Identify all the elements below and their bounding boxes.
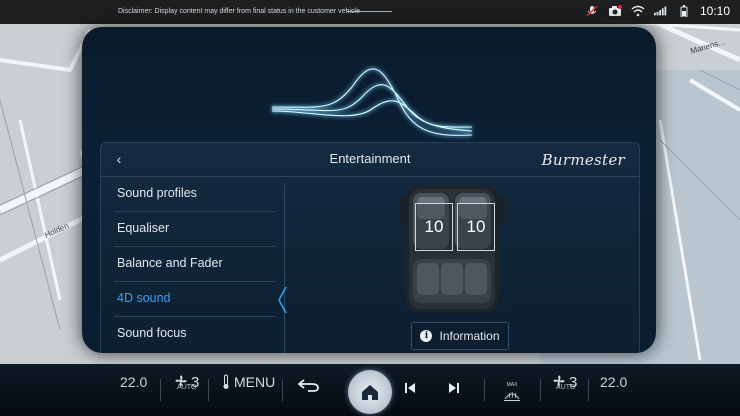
menu-item-sound-focus[interactable]: Sound focus (114, 317, 276, 352)
right-temperature[interactable]: 22.0 (600, 374, 627, 390)
sound-menu: Sound profiles Equaliser Balance and Fad… (114, 177, 276, 352)
defrost-icon (504, 391, 520, 401)
divider (160, 379, 161, 401)
disclaimer-text: Disclaimer: Display content may differ f… (118, 8, 360, 15)
status-bar: Disclaimer: Display content may differ f… (0, 0, 740, 24)
home-icon (362, 385, 378, 400)
divider (540, 379, 541, 401)
back-nav-button[interactable] (297, 378, 320, 395)
next-track-button[interactable] (448, 381, 460, 397)
seat-right-value[interactable]: 10 (457, 203, 495, 251)
signal-icon (653, 4, 668, 18)
max-defrost-button[interactable]: MAX (498, 382, 526, 402)
skip-previous-icon (405, 383, 415, 393)
menu-divider (284, 183, 285, 353)
climate-menu-button[interactable]: MENU (222, 374, 275, 390)
max-label: MAX (506, 382, 518, 388)
divider (346, 11, 392, 12)
menu-item-balance-fader[interactable]: Balance and Fader (114, 247, 276, 282)
right-fan-mode: AUTO (556, 384, 576, 391)
clock: 10:10 (699, 4, 730, 18)
previous-track-button[interactable] (404, 381, 416, 397)
sound-wave-graphic (271, 67, 473, 137)
menu-item-sound-profiles[interactable]: Sound profiles (114, 177, 276, 212)
menu-item-equaliser[interactable]: Equaliser (114, 212, 276, 247)
information-button[interactable]: i Information (411, 322, 509, 350)
divider (208, 379, 209, 401)
left-fan-mode: AUTO (177, 384, 197, 391)
thermometer-icon (223, 374, 229, 389)
info-icon: i (420, 330, 433, 342)
information-label: Information (439, 329, 500, 343)
skip-next-icon (449, 383, 459, 393)
sound-settings-panel: ‹ Entertainment Burmester Sound profiles… (82, 27, 656, 353)
left-temperature[interactable]: 22.0 (120, 374, 147, 390)
climate-bar: 22.0 3 AUTO MENU MAX 3 AUTO 22.0 (0, 364, 740, 416)
menu-label: MENU (234, 374, 276, 390)
wifi-icon (631, 4, 645, 18)
battery-icon (677, 4, 691, 18)
divider (588, 379, 589, 401)
divider (484, 379, 485, 401)
active-indicator-icon (278, 287, 287, 313)
camera-icon (608, 4, 622, 18)
card-header: ‹ Entertainment Burmester (101, 143, 639, 177)
back-arrow-icon (297, 379, 319, 392)
menu-item-4d-sound[interactable]: 4D sound (114, 282, 276, 317)
burmester-logo: Burmester (541, 151, 625, 169)
mic-off-icon (585, 4, 599, 18)
entertainment-card: ‹ Entertainment Burmester Sound profiles… (100, 142, 640, 353)
seat-left-value[interactable]: 10 (415, 203, 453, 251)
home-button[interactable] (348, 370, 392, 414)
status-icons: 10:10 (585, 4, 730, 18)
vehicle-seat-view: 10 10 (399, 185, 505, 313)
divider (282, 379, 283, 401)
